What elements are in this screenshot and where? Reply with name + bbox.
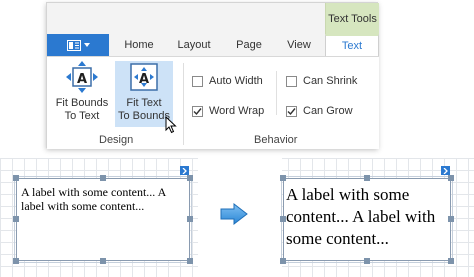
- label-control-before[interactable]: A label with some content... A label wit…: [14, 176, 192, 263]
- tab-layout[interactable]: Layout: [169, 34, 219, 56]
- can-grow-label: Can Grow: [303, 105, 353, 117]
- resize-handle[interactable]: [187, 175, 193, 181]
- tab-view[interactable]: View: [279, 34, 319, 56]
- label-text-after: A label with some content... A label wit…: [286, 185, 436, 248]
- fit-text-icon: A: [130, 63, 158, 91]
- resize-handle[interactable]: [364, 175, 370, 181]
- resize-handle[interactable]: [280, 216, 286, 222]
- can-grow-checkbox[interactable]: Can Grow: [286, 105, 353, 117]
- resize-handle[interactable]: [448, 175, 454, 181]
- chevron-right-icon: [182, 167, 187, 174]
- resize-handle[interactable]: [100, 175, 106, 181]
- checkmark-icon: [287, 107, 296, 115]
- checkbox-box: [286, 105, 297, 117]
- label-control-after[interactable]: A label with some content... A label wit…: [281, 176, 453, 263]
- resize-handle[interactable]: [280, 175, 286, 181]
- checkbox-box: [192, 105, 203, 117]
- resize-handle[interactable]: [448, 216, 454, 222]
- design-group-label: Design: [99, 134, 134, 146]
- resize-handle[interactable]: [280, 258, 286, 264]
- resize-handle[interactable]: [13, 216, 19, 222]
- tab-page[interactable]: Page: [229, 34, 269, 56]
- label-text-before: A label with some content... A label wit…: [21, 185, 166, 213]
- fit-bounds-to-text-button[interactable]: A Fit Bounds To Text: [53, 61, 111, 127]
- can-shrink-checkbox[interactable]: Can Shrink: [286, 75, 357, 87]
- context-tab-header: Text Tools: [325, 3, 379, 34]
- fit-text-label: Fit Text To Bounds: [118, 97, 170, 122]
- resize-handle[interactable]: [100, 258, 106, 264]
- resize-handle[interactable]: [13, 175, 19, 181]
- ribbon-tab-strip: Home Layout Page View Text: [47, 34, 379, 56]
- word-wrap-label: Word Wrap: [209, 105, 265, 117]
- fit-bounds-icon: A: [66, 61, 98, 93]
- resize-handle[interactable]: [13, 258, 19, 264]
- resize-handle[interactable]: [448, 258, 454, 264]
- chevron-down-icon: [83, 43, 90, 47]
- svg-text:A: A: [77, 72, 87, 87]
- checkbox-box: [192, 75, 203, 87]
- ribbon-panel: A Fit Bounds To Text A Fit Text To Bound…: [47, 56, 379, 149]
- checkmark-icon: [193, 107, 202, 115]
- resize-handle[interactable]: [364, 258, 370, 264]
- resize-handle[interactable]: [187, 216, 193, 222]
- right-arrow-icon: [220, 203, 248, 225]
- can-shrink-label: Can Shrink: [303, 75, 358, 87]
- ribbon: Text Tools Home Layout Page View Text A: [46, 2, 379, 149]
- application-menu-button[interactable]: [47, 34, 109, 56]
- auto-width-checkbox[interactable]: Auto Width: [192, 75, 263, 87]
- group-separator: [183, 63, 184, 145]
- tab-home[interactable]: Home: [119, 34, 159, 56]
- tab-text[interactable]: Text: [325, 34, 379, 56]
- behavior-group-label: Behavior: [254, 134, 298, 146]
- resize-handle[interactable]: [187, 258, 193, 264]
- smart-tag-button[interactable]: [180, 166, 189, 175]
- smart-tag-button[interactable]: [441, 166, 450, 175]
- chevron-right-icon: [443, 167, 448, 174]
- column-separator: [276, 71, 277, 115]
- checkbox-box: [286, 75, 297, 87]
- mouse-cursor-icon: [165, 116, 177, 134]
- fit-bounds-label: Fit Bounds To Text: [55, 97, 109, 122]
- auto-width-label: Auto Width: [209, 75, 263, 87]
- word-wrap-checkbox[interactable]: Word Wrap: [192, 105, 264, 117]
- book-icon: [66, 39, 81, 51]
